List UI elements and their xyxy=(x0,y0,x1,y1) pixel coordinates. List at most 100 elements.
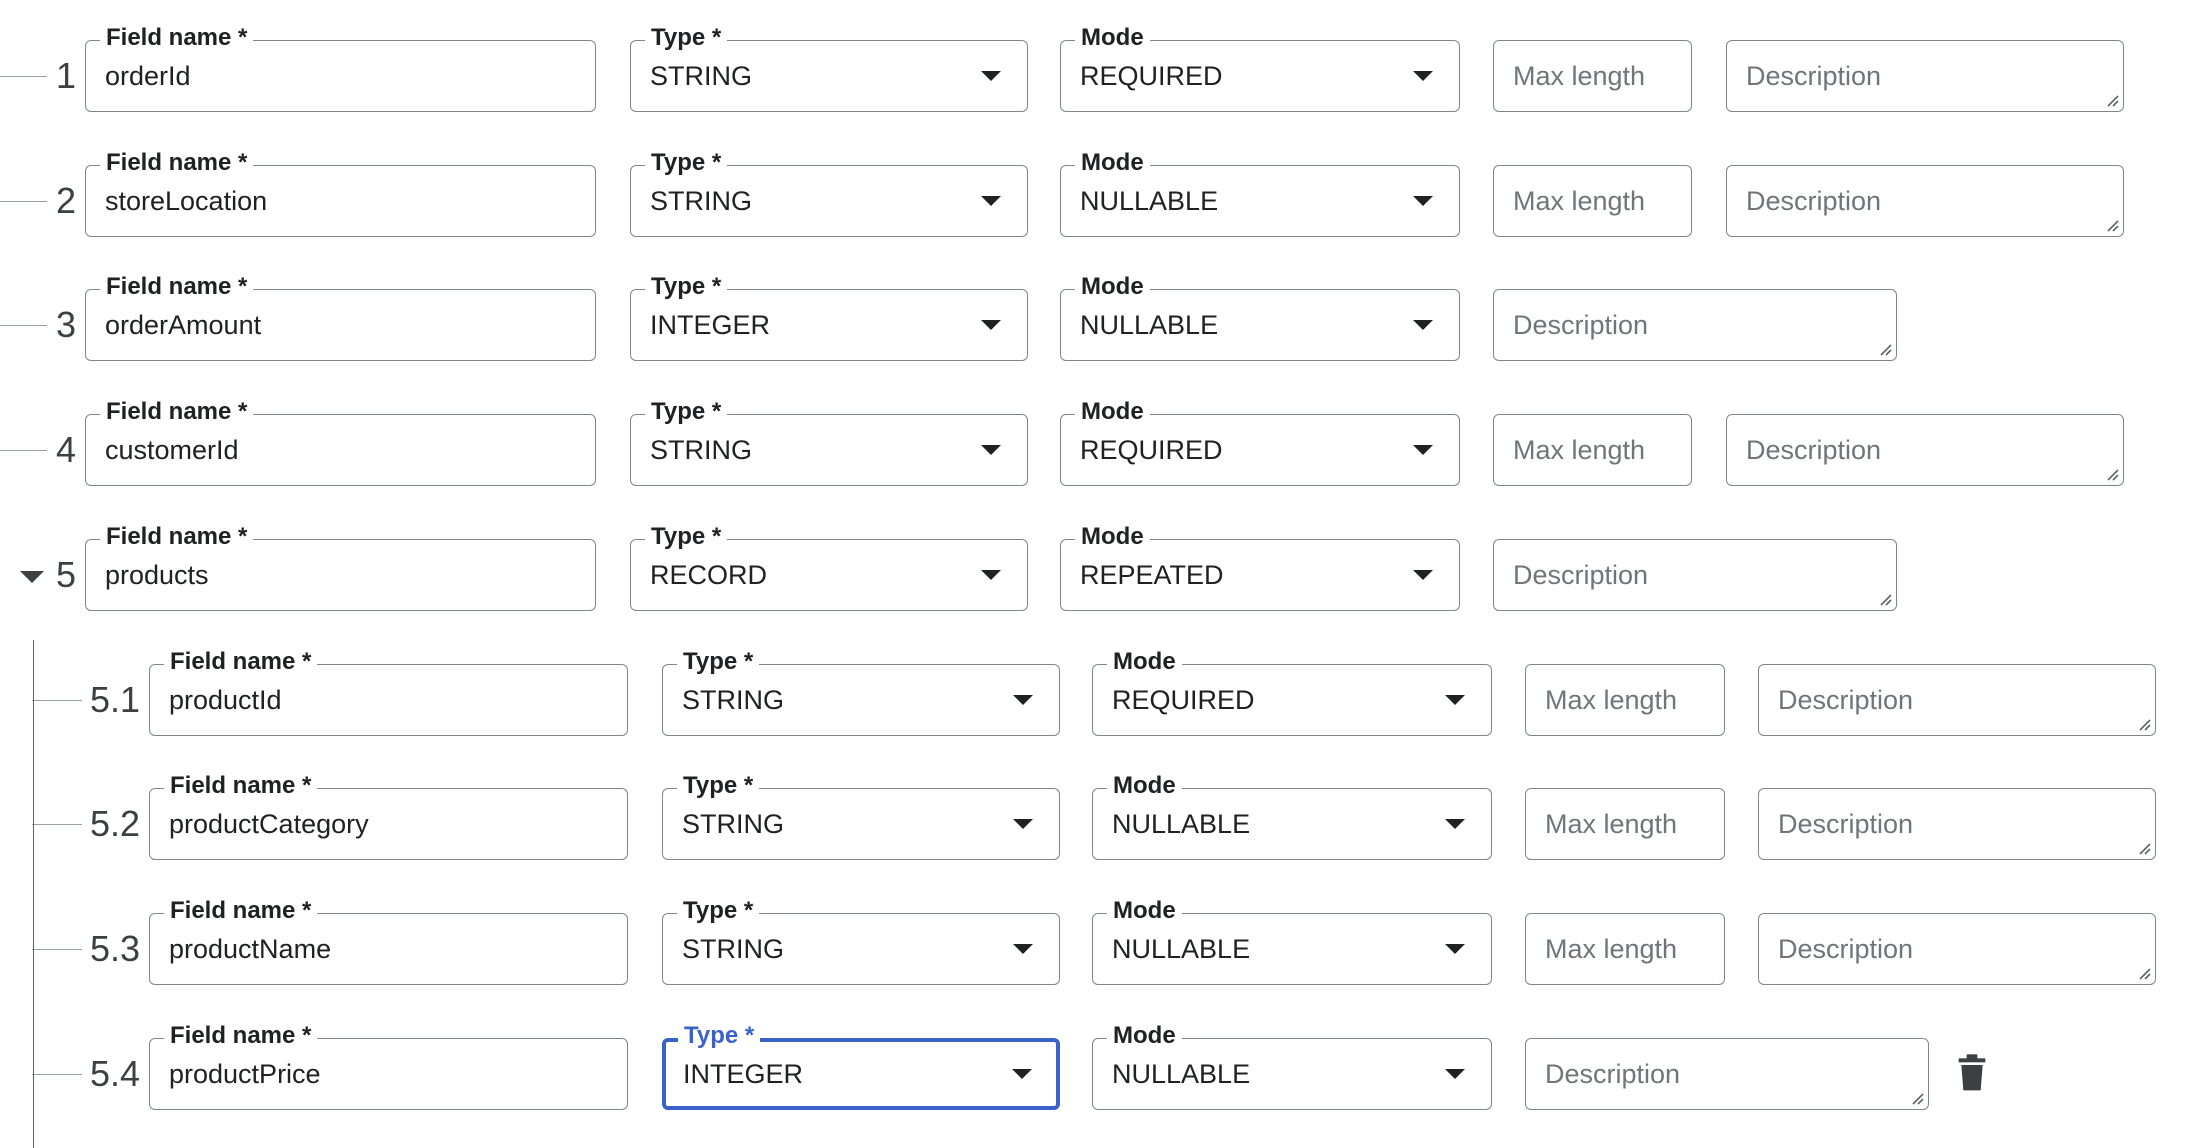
mode-select[interactable]: Mode NULLABLE xyxy=(1092,772,1492,861)
resize-grip-icon[interactable] xyxy=(2105,467,2119,481)
description-placeholder: Description xyxy=(1778,684,1914,715)
type-select[interactable]: Type * STRING xyxy=(662,772,1060,861)
mode-select[interactable]: Mode REQUIRED xyxy=(1060,24,1460,112)
resize-grip-icon[interactable] xyxy=(1878,342,1892,356)
trash-icon[interactable] xyxy=(1956,1053,1988,1092)
mode-select[interactable]: Mode NULLABLE xyxy=(1060,273,1460,362)
type-select[interactable]: Type * STRING xyxy=(630,148,1028,237)
max-length-placeholder: Max length xyxy=(1513,61,1646,91)
resize-grip-icon[interactable] xyxy=(2137,966,2151,980)
resize-grip-icon[interactable] xyxy=(2105,218,2119,232)
arrow-drop-down-icon xyxy=(1445,819,1465,830)
type-select[interactable]: Type * STRING xyxy=(662,896,1060,985)
resize-grip-icon[interactable] xyxy=(2137,841,2151,855)
schema-row: 3 Field name * orderAmount Type * INTEGER Mod… xyxy=(0,273,2186,362)
field-name-input[interactable]: Field name * productId xyxy=(149,647,628,736)
arrow-drop-down-icon xyxy=(1413,71,1433,81)
field-name-input-value: productName xyxy=(169,933,332,964)
row-number: 3 xyxy=(56,304,77,346)
arrow-drop-down-icon xyxy=(1413,195,1433,206)
description-textarea[interactable]: Description xyxy=(1726,414,2124,487)
field-name-input[interactable]: Field name * orderAmount xyxy=(85,273,596,362)
schema-row: 4 Field name * customerId Type * STRING Mode R… xyxy=(0,398,2186,487)
field-name-input-value: productPrice xyxy=(169,1058,321,1089)
row-number: 5.3 xyxy=(90,927,141,969)
type-select[interactable]: Type * INTEGER xyxy=(662,1021,1060,1110)
mode-select[interactable]: Mode REPEATED xyxy=(1060,522,1460,611)
resize-grip-icon[interactable] xyxy=(2105,93,2119,107)
description-textarea[interactable]: Description xyxy=(1758,788,2156,861)
description-textarea[interactable]: Description xyxy=(1493,538,1897,611)
mode-select[interactable]: Mode NULLABLE xyxy=(1092,1021,1492,1110)
row-number: 1 xyxy=(56,55,77,96)
description-placeholder: Description xyxy=(1778,933,1914,964)
field-name-input[interactable]: Field name * orderId xyxy=(85,24,596,112)
arrow-drop-down-icon xyxy=(1413,445,1433,456)
max-length-placeholder: Max length xyxy=(1545,809,1678,840)
type-select[interactable]: Type * RECORD xyxy=(630,522,1028,611)
row-number: 5.4 xyxy=(90,1052,141,1094)
field-name-input-value: productCategory xyxy=(169,809,369,840)
resize-grip-icon[interactable] xyxy=(2137,717,2151,731)
arrow-drop-down-icon xyxy=(1445,1068,1465,1079)
mode-select-value: NULLABLE xyxy=(1112,933,1251,964)
tree-connector xyxy=(0,76,47,77)
resize-grip-icon[interactable] xyxy=(1910,1091,1924,1105)
field-name-input[interactable]: Field name * customerId xyxy=(85,398,596,487)
max-length-input[interactable]: Max length xyxy=(1493,164,1692,237)
mode-select[interactable]: Mode NULLABLE xyxy=(1060,148,1460,237)
description-placeholder: Description xyxy=(1746,435,1882,466)
arrow-drop-down-icon xyxy=(981,445,1001,456)
field-name-input[interactable]: Field name * products xyxy=(85,522,596,611)
description-placeholder: Description xyxy=(1545,1058,1681,1089)
caret-down-icon[interactable] xyxy=(20,570,44,583)
mode-select-value: NULLABLE xyxy=(1112,809,1251,840)
max-length-placeholder: Max length xyxy=(1513,435,1646,466)
arrow-drop-down-icon xyxy=(1013,819,1033,830)
arrow-drop-down-icon xyxy=(1013,943,1033,954)
type-select[interactable]: Type * STRING xyxy=(630,24,1028,112)
resize-grip-icon[interactable] xyxy=(1878,592,1892,606)
description-placeholder: Description xyxy=(1513,310,1649,341)
tree-connector xyxy=(32,1073,82,1075)
type-select-value: STRING xyxy=(682,933,785,964)
arrow-drop-down-icon xyxy=(1413,569,1433,580)
field-name-input[interactable]: Field name * productCategory xyxy=(149,772,628,861)
arrow-drop-down-icon xyxy=(981,195,1001,206)
max-length-input[interactable]: Max length xyxy=(1493,414,1692,487)
schema-row: 2 Field name * storeLocation Type * STRING Mo… xyxy=(0,148,2186,237)
row-number: 5 xyxy=(56,553,77,595)
max-length-input[interactable]: Max length xyxy=(1525,912,1725,985)
description-textarea[interactable]: Description xyxy=(1726,40,2124,112)
arrow-drop-down-icon xyxy=(1413,320,1433,331)
field-name-input[interactable]: Field name * productPrice xyxy=(149,1021,628,1110)
arrow-drop-down-icon xyxy=(1012,1068,1032,1079)
description-textarea[interactable]: Description xyxy=(1493,289,1897,362)
type-select[interactable]: Type * INTEGER xyxy=(630,273,1028,362)
type-select[interactable]: Type * STRING xyxy=(630,398,1028,487)
field-name-input-value: customerId xyxy=(105,435,239,466)
description-placeholder: Description xyxy=(1513,559,1649,590)
description-textarea[interactable]: Description xyxy=(1758,912,2156,985)
mode-select-value: REQUIRED xyxy=(1112,684,1255,715)
type-select[interactable]: Type * STRING xyxy=(662,647,1060,736)
schema-row: 1 Field name * orderId Type * STRING Mode REQU… xyxy=(0,24,2186,112)
field-name-input[interactable]: Field name * storeLocation xyxy=(85,148,596,237)
description-textarea[interactable]: Description xyxy=(1525,1037,1929,1110)
mode-select-value: NULLABLE xyxy=(1080,185,1219,216)
mode-select[interactable]: Mode REQUIRED xyxy=(1060,398,1460,487)
description-textarea[interactable]: Description xyxy=(1726,164,2124,237)
max-length-input[interactable]: Max length xyxy=(1525,788,1725,861)
field-name-input-value: orderId xyxy=(105,61,191,91)
field-name-input[interactable]: Field name * productName xyxy=(149,896,628,985)
tree-connector xyxy=(0,450,47,452)
max-length-input[interactable]: Max length xyxy=(1525,663,1725,736)
max-length-placeholder: Max length xyxy=(1545,684,1678,715)
tree-connector xyxy=(32,699,82,701)
mode-select[interactable]: Mode REQUIRED xyxy=(1092,647,1492,736)
field-name-input-value: orderAmount xyxy=(105,310,262,341)
mode-select[interactable]: Mode NULLABLE xyxy=(1092,896,1492,985)
max-length-input[interactable]: Max length xyxy=(1493,40,1692,112)
tree-connector xyxy=(0,325,47,327)
description-textarea[interactable]: Description xyxy=(1758,663,2156,736)
